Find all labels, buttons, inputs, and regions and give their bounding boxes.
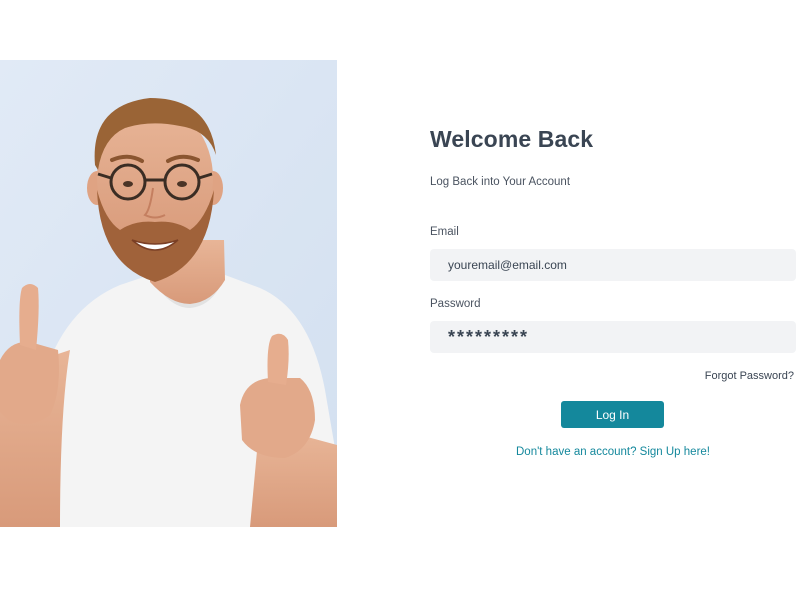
password-label: Password	[430, 298, 481, 310]
page-subtitle: Log Back into Your Account	[430, 176, 571, 188]
hero-illustration	[0, 60, 337, 527]
page-title: Welcome Back	[430, 126, 594, 152]
login-form: Welcome Back Log Back into Your Account …	[430, 0, 796, 600]
password-field[interactable]: *********	[430, 321, 796, 353]
forgot-password-link[interactable]: Forgot Password?	[705, 370, 794, 382]
email-field[interactable]	[430, 249, 796, 281]
login-page: Welcome Back Log Back into Your Account …	[0, 0, 800, 600]
login-button[interactable]: Log In	[561, 401, 664, 428]
signup-link[interactable]: Don't have an account? Sign Up here!	[430, 446, 796, 458]
hero-photo	[0, 60, 337, 527]
email-label: Email	[430, 226, 459, 238]
